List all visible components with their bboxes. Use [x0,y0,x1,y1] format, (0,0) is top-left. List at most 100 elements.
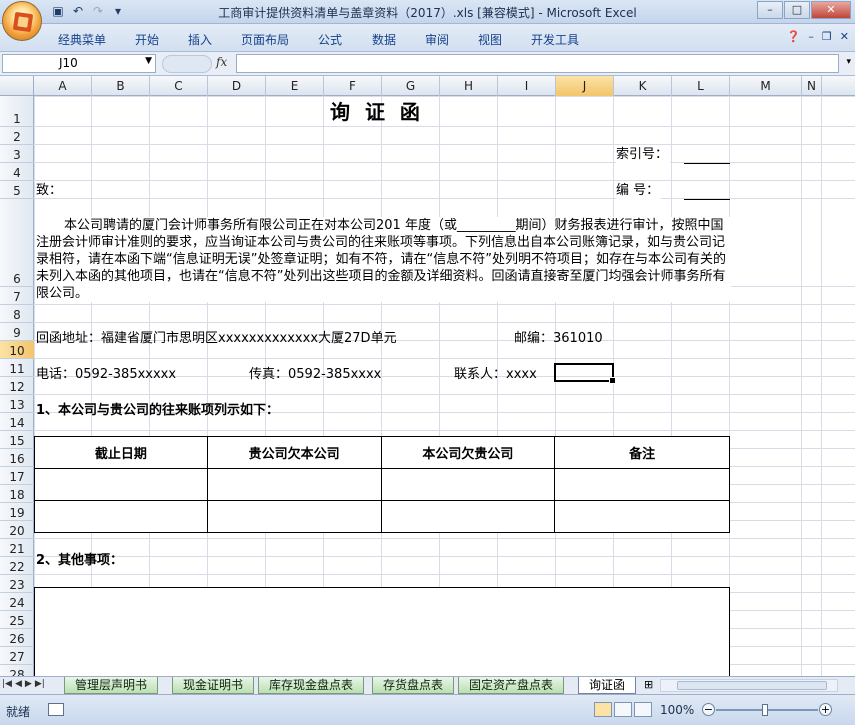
tab-classic-menu[interactable]: 经典菜单 [58,31,106,48]
row-header-12[interactable]: 12 [0,377,34,395]
active-cell-j10[interactable] [554,363,616,384]
row-header-8[interactable]: 8 [0,305,34,323]
other-matters-box[interactable] [34,587,730,676]
formula-bar-divider[interactable] [162,55,212,73]
row-header-25[interactable]: 25 [0,611,34,629]
ribbon-restore-icon[interactable]: ❐ [822,30,832,43]
record-macro-icon[interactable] [48,703,64,716]
prev-sheet-icon[interactable]: ◀ [15,679,22,689]
office-button[interactable] [2,1,42,41]
insert-function-icon[interactable]: fx [216,55,227,69]
row-header-6[interactable]: 6 [0,199,34,287]
zoom-slider[interactable]: − + [702,703,832,717]
column-header-j[interactable]: J [556,76,614,96]
select-all-corner[interactable] [0,76,34,96]
restore-button[interactable]: □ [784,1,810,19]
column-header-b[interactable]: B [92,76,150,96]
column-header-a[interactable]: A [34,76,92,96]
row-header-26[interactable]: 26 [0,629,34,647]
row-header-3[interactable]: 3 [0,145,34,163]
column-header-f[interactable]: F [324,76,382,96]
row-header-15[interactable]: 15 [0,431,34,449]
column-header-d[interactable]: D [208,76,266,96]
last-sheet-icon[interactable]: ▶| [35,679,45,689]
sheet-tab-cash-count[interactable]: 库存现金盘点表 [258,677,365,694]
tab-formulas[interactable]: 公式 [318,31,342,48]
row-header-18[interactable]: 18 [0,485,34,503]
table-cell[interactable] [34,500,208,533]
row-header-16[interactable]: 16 [0,449,34,467]
tab-data[interactable]: 数据 [372,31,396,48]
column-header-i[interactable]: I [498,76,556,96]
next-sheet-icon[interactable]: ▶ [25,679,32,689]
table-cell[interactable] [206,468,382,501]
column-header-k[interactable]: K [614,76,672,96]
column-header-n[interactable]: N [802,76,822,96]
column-header-g[interactable]: G [382,76,440,96]
row-header-24[interactable]: 24 [0,593,34,611]
cell-area[interactable]: 询 证 函 索引号： 致： 编 号： 本公司聘请的厦门会计师事务所有限公司正在对… [34,96,855,676]
zoom-in-icon[interactable]: + [819,703,832,716]
row-header-10[interactable]: 10 [0,341,34,359]
page-layout-view-icon[interactable] [614,702,632,717]
row-header-9[interactable]: 9 [0,323,34,341]
first-sheet-icon[interactable]: |◀ [2,679,12,689]
normal-view-icon[interactable] [594,702,612,717]
table-cell[interactable] [554,468,730,501]
row-header-4[interactable]: 4 [0,163,34,181]
table-cell[interactable] [206,500,382,533]
column-header-c[interactable]: C [150,76,208,96]
column-header-l[interactable]: L [672,76,730,96]
row-header-1[interactable]: 1 [0,96,34,127]
row-header-13[interactable]: 13 [0,395,34,413]
tab-view[interactable]: 视图 [478,31,502,48]
tab-review[interactable]: 审阅 [425,31,449,48]
sheet-tab-fixed-assets[interactable]: 固定资产盘点表 [458,677,565,694]
help-icon[interactable]: ❓ [787,30,801,43]
page-break-view-icon[interactable] [634,702,652,717]
column-header-e[interactable]: E [266,76,324,96]
close-button[interactable]: ✕ [811,1,851,19]
row-header-5[interactable]: 5 [0,181,34,199]
row-header-2[interactable]: 2 [0,127,34,145]
table-cell[interactable] [554,500,730,533]
table-cell[interactable] [34,468,208,501]
row-header-27[interactable]: 27 [0,647,34,665]
tab-developer[interactable]: 开发工具 [531,31,579,48]
row-header-21[interactable]: 21 [0,539,34,557]
horizontal-scroll-thumb[interactable] [677,681,827,690]
insert-sheet-icon[interactable]: ⊞ [644,678,653,691]
row-header-17[interactable]: 17 [0,467,34,485]
row-header-7[interactable]: 7 [0,287,34,305]
ribbon-close-icon[interactable]: ✕ [840,30,849,43]
column-header-h[interactable]: H [440,76,498,96]
row-header-19[interactable]: 19 [0,503,34,521]
sheet-tab-management-letter[interactable]: 管理层声明书 [64,677,159,694]
zoom-level[interactable]: 100% [660,703,694,717]
table-cell[interactable] [380,468,556,501]
tab-home[interactable]: 开始 [135,31,159,48]
formula-input[interactable] [236,54,839,73]
row-header-23[interactable]: 23 [0,575,34,593]
sheet-tab-inventory-count[interactable]: 存货盘点表 [372,677,455,694]
row-header-14[interactable]: 14 [0,413,34,431]
sheet-tab-confirmation[interactable]: 询证函 [578,677,637,694]
tab-insert[interactable]: 插入 [188,31,212,48]
gridline-horizontal [34,198,855,199]
row-header-11[interactable]: 11 [0,359,34,377]
chevron-down-icon[interactable]: ▼ [145,56,152,66]
zoom-out-icon[interactable]: − [702,703,715,716]
ribbon-minimize-icon[interactable]: – [808,30,814,43]
name-box[interactable]: J10 ▼ [2,54,156,73]
tab-page-layout[interactable]: 页面布局 [241,31,289,48]
table-cell[interactable] [380,500,556,533]
column-header-m[interactable]: M [730,76,802,96]
expand-formula-bar-icon[interactable]: ▾ [846,57,851,67]
row-header-28[interactable]: 28 [0,665,34,676]
horizontal-scrollbar[interactable] [660,679,838,692]
zoom-knob[interactable] [762,704,768,716]
row-header-20[interactable]: 20 [0,521,34,539]
row-header-22[interactable]: 22 [0,557,34,575]
minimize-button[interactable]: – [757,1,783,19]
sheet-tab-cash-certificate[interactable]: 现金证明书 [172,677,255,694]
